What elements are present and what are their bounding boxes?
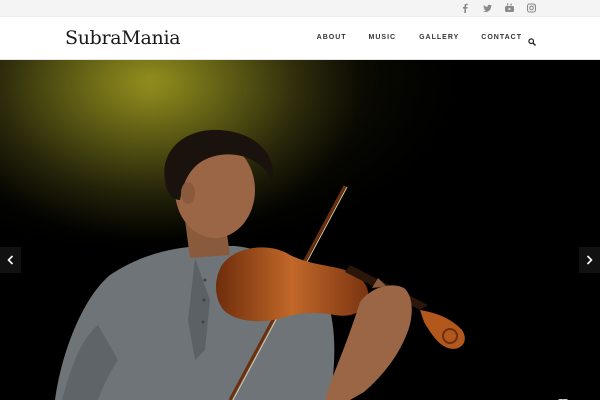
nav-item-gallery[interactable]: GALLERY	[419, 34, 459, 41]
chevron-left-icon	[7, 255, 14, 265]
facebook-icon[interactable]	[461, 3, 470, 13]
top-bar	[0, 0, 600, 17]
slider-prev-button[interactable]	[0, 247, 21, 273]
youtube-icon[interactable]	[505, 3, 514, 13]
hero-image	[0, 60, 600, 400]
hero-slider	[0, 60, 600, 400]
nav-item-contact[interactable]: CONTACT	[481, 34, 522, 41]
chevron-right-icon	[586, 255, 593, 265]
site-header: SubraMania ABOUT MUSIC GALLERY CONTACT	[0, 17, 600, 60]
nav-item-music[interactable]: MUSIC	[369, 34, 397, 41]
social-links	[461, 3, 536, 13]
search-icon[interactable]	[528, 33, 536, 46]
site-logo[interactable]: SubraMania	[65, 27, 181, 49]
instagram-icon[interactable]	[527, 3, 536, 13]
watermark-icon	[555, 393, 571, 400]
slider-next-button[interactable]	[579, 247, 600, 273]
twitter-icon[interactable]	[483, 3, 492, 13]
nav-item-about[interactable]: ABOUT	[317, 34, 347, 41]
main-nav: ABOUT MUSIC GALLERY CONTACT	[317, 34, 522, 41]
